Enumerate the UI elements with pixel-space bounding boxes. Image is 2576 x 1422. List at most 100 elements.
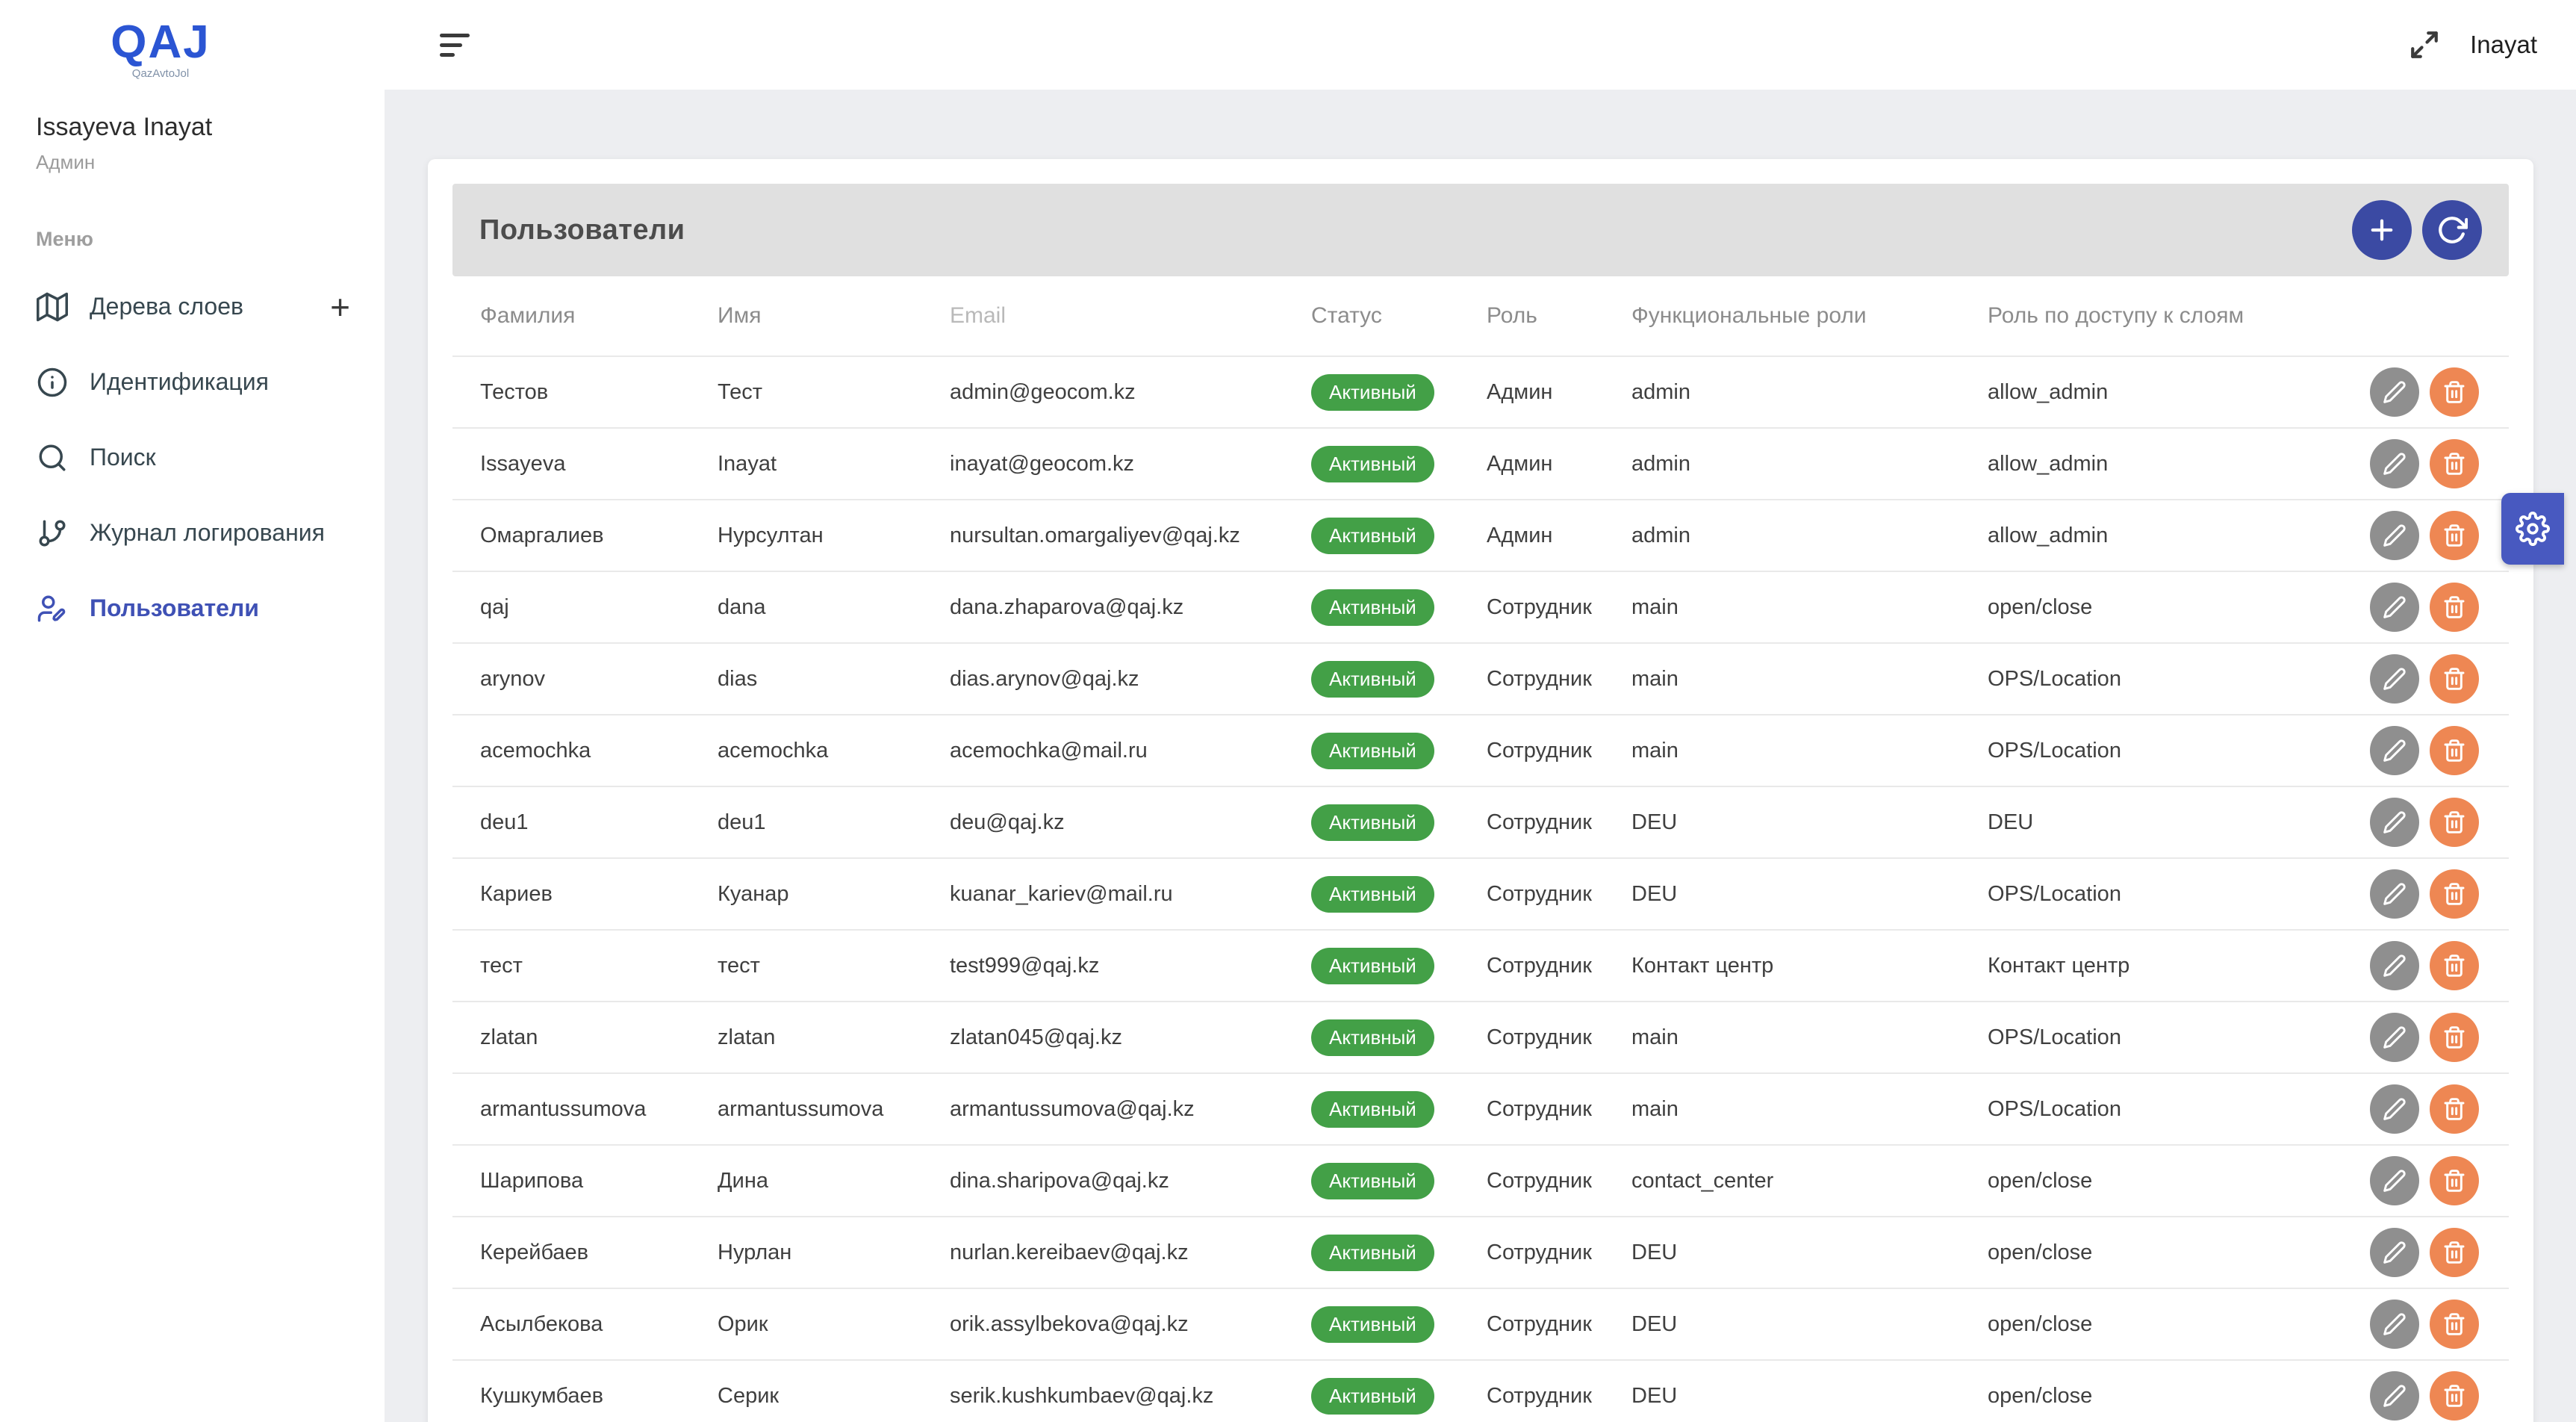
sidebar-item-label: Журнал логирования <box>90 519 325 547</box>
edit-user-button[interactable] <box>2370 798 2419 847</box>
cell-firstname: dias <box>718 667 950 692</box>
cell-firstname: Дина <box>718 1169 950 1193</box>
cell-layer-access-role: open/close <box>1988 595 2309 620</box>
edit-user-button[interactable] <box>2370 1300 2419 1349</box>
delete-user-button[interactable] <box>2430 583 2479 632</box>
delete-user-button[interactable] <box>2430 1084 2479 1134</box>
delete-user-button[interactable] <box>2430 726 2479 775</box>
sidebar: QAJ QazAvtoJol Issayeva Inayat Админ Мен… <box>0 0 385 1422</box>
row-actions <box>2309 726 2509 775</box>
sidebar-item-users[interactable]: Пользователи <box>0 571 385 646</box>
status-badge: Активный <box>1311 1091 1434 1128</box>
cell-firstname: Орик <box>718 1312 950 1337</box>
edit-user-button[interactable] <box>2370 1371 2419 1421</box>
delete-user-button[interactable] <box>2430 1300 2479 1349</box>
table-row: тест тест test999@qaj.kz Активный Сотруд… <box>452 929 2509 1001</box>
table-row: deu1 deu1 deu@qaj.kz Активный Сотрудник … <box>452 786 2509 857</box>
table-row: Асылбекова Орик orik.assylbekova@qaj.kz … <box>452 1288 2509 1359</box>
sidebar-item-log-journal[interactable]: Журнал логирования <box>0 495 385 571</box>
status-badge: Активный <box>1311 1378 1434 1415</box>
status-badge: Активный <box>1311 1306 1434 1343</box>
column-header-firstname: Имя <box>718 303 950 329</box>
cell-email: zlatan045@qaj.kz <box>950 1025 1311 1050</box>
edit-user-button[interactable] <box>2370 726 2419 775</box>
edit-user-button[interactable] <box>2370 869 2419 919</box>
sidebar-item-search[interactable]: Поиск <box>0 420 385 495</box>
sidebar-item-identification[interactable]: Идентификация <box>0 344 385 420</box>
status-badge: Активный <box>1311 446 1434 482</box>
cell-lastname: Тестов <box>480 380 718 405</box>
cell-firstname: armantussumova <box>718 1097 950 1122</box>
edit-user-button[interactable] <box>2370 439 2419 488</box>
edit-user-button[interactable] <box>2370 1084 2419 1134</box>
info-icon <box>36 366 69 399</box>
row-actions <box>2309 1228 2509 1277</box>
edit-user-button[interactable] <box>2370 941 2419 990</box>
column-header-status: Статус <box>1311 303 1487 329</box>
cell-role: Сотрудник <box>1487 1097 1631 1122</box>
table-row: Кушкумбаев Серик serik.kushkumbaev@qaj.k… <box>452 1359 2509 1422</box>
add-user-button[interactable] <box>2352 200 2412 260</box>
cell-role: Сотрудник <box>1487 595 1631 620</box>
delete-user-button[interactable] <box>2430 439 2479 488</box>
row-actions <box>2309 1084 2509 1134</box>
cell-layer-access-role: OPS/Location <box>1988 882 2309 907</box>
cell-role: Сотрудник <box>1487 1169 1631 1193</box>
topbar-user-name[interactable]: Inayat <box>2470 31 2537 59</box>
edit-user-button[interactable] <box>2370 1228 2419 1277</box>
fullscreen-icon[interactable] <box>2409 29 2440 60</box>
cell-lastname: Issayeva <box>480 452 718 476</box>
table-row: qaj dana dana.zhaparova@qaj.kz Активный … <box>452 571 2509 642</box>
status-badge: Активный <box>1311 1235 1434 1271</box>
delete-user-button[interactable] <box>2430 511 2479 560</box>
row-actions <box>2309 439 2509 488</box>
delete-user-button[interactable] <box>2430 869 2479 919</box>
delete-user-button[interactable] <box>2430 1156 2479 1205</box>
cell-lastname: Омаргалиев <box>480 524 718 548</box>
sidebar-item-layer-trees[interactable]: Дерева слоев + <box>0 269 385 344</box>
column-header-email: Email <box>950 303 1311 329</box>
edit-user-button[interactable] <box>2370 1013 2419 1062</box>
delete-user-button[interactable] <box>2430 798 2479 847</box>
delete-user-button[interactable] <box>2430 1013 2479 1062</box>
edit-user-button[interactable] <box>2370 367 2419 417</box>
sidebar-user-name: Issayeva Inayat <box>36 113 385 142</box>
delete-user-button[interactable] <box>2430 1228 2479 1277</box>
edit-user-button[interactable] <box>2370 654 2419 704</box>
delete-user-button[interactable] <box>2430 367 2479 417</box>
delete-user-button[interactable] <box>2430 1371 2479 1421</box>
cell-status: Активный <box>1311 733 1487 769</box>
row-actions <box>2309 1156 2509 1205</box>
edit-user-button[interactable] <box>2370 511 2419 560</box>
cell-functional-role: Контакт центр <box>1631 954 1988 978</box>
cell-status: Активный <box>1311 1235 1487 1271</box>
content-area: Пользователи Фамилия Имя Email Статус Ро… <box>385 90 2576 1422</box>
cell-layer-access-role: DEU <box>1988 810 2309 835</box>
status-badge: Активный <box>1311 1019 1434 1056</box>
cell-email: orik.assylbekova@qaj.kz <box>950 1312 1311 1337</box>
cell-email: serik.kushkumbaev@qaj.kz <box>950 1384 1311 1409</box>
cell-status: Активный <box>1311 1163 1487 1199</box>
row-actions <box>2309 869 2509 919</box>
delete-user-button[interactable] <box>2430 654 2479 704</box>
edit-user-button[interactable] <box>2370 1156 2419 1205</box>
cell-lastname: Керейбаев <box>480 1241 718 1265</box>
row-actions <box>2309 1300 2509 1349</box>
cell-functional-role: DEU <box>1631 810 1988 835</box>
cell-email: nursultan.omargaliyev@qaj.kz <box>950 524 1311 548</box>
menu-toggle-icon[interactable] <box>440 34 470 57</box>
logo-subtext: QazAvtoJol <box>97 67 224 80</box>
add-layer-tree-button[interactable]: + <box>330 290 350 324</box>
cell-email: armantussumova@qaj.kz <box>950 1097 1311 1122</box>
table-row: Кариев Куанар kuanar_kariev@mail.ru Акти… <box>452 857 2509 929</box>
delete-user-button[interactable] <box>2430 941 2479 990</box>
refresh-button[interactable] <box>2422 200 2482 260</box>
cell-layer-access-role: open/close <box>1988 1312 2309 1337</box>
row-actions <box>2309 654 2509 704</box>
settings-tab[interactable] <box>2501 493 2564 565</box>
sidebar-menu: Дерева слоев + Идентификация Поиск Журна… <box>0 269 385 646</box>
cell-status: Активный <box>1311 876 1487 913</box>
row-actions <box>2309 367 2509 417</box>
cell-status: Активный <box>1311 374 1487 411</box>
edit-user-button[interactable] <box>2370 583 2419 632</box>
